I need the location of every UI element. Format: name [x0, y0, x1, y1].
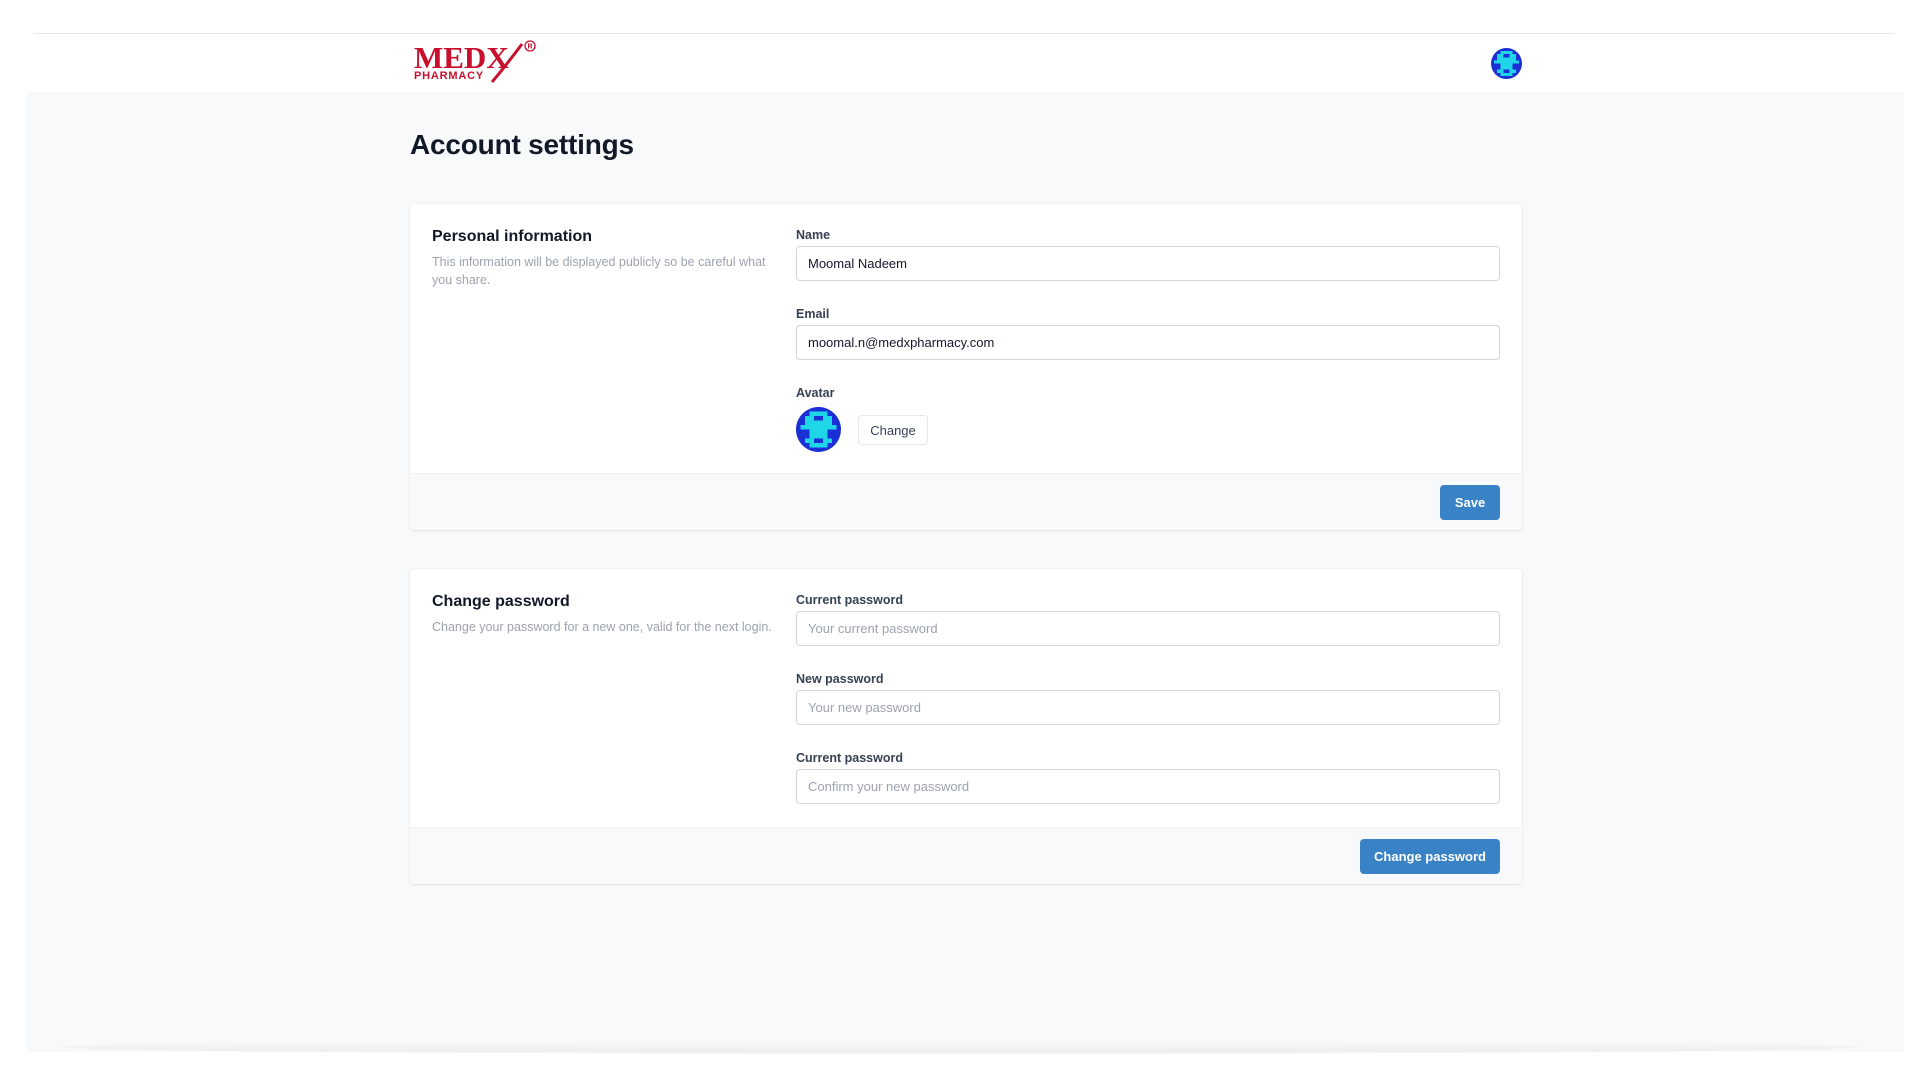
registered-mark-letter: R [527, 44, 532, 51]
new-password-input[interactable] [796, 690, 1500, 725]
pixel-avatar-icon [1491, 48, 1522, 79]
change-password-title: Change password [432, 593, 570, 610]
name-input[interactable] [796, 246, 1500, 281]
pixel-avatar-icon [796, 407, 841, 452]
window-bottom-shadow [60, 1040, 1860, 1054]
app-container: MEDX PHARMACY R Account settings Persona… [26, 34, 1904, 1052]
email-label: Email [796, 307, 830, 321]
change-password-footer: Change password [410, 827, 1522, 884]
save-button[interactable]: Save [1440, 485, 1500, 520]
change-password-button[interactable]: Change password [1360, 839, 1500, 874]
current-password-label: Current password [796, 593, 903, 607]
change-password-card: Change password Change your password for… [410, 569, 1522, 884]
personal-information-footer: Save [410, 473, 1522, 530]
personal-information-card: Personal information This information wi… [410, 204, 1522, 530]
new-password-label: New password [796, 672, 884, 686]
window: MEDX PHARMACY R Account settings Persona… [0, 0, 1920, 1080]
top-nav: MEDX PHARMACY R [26, 34, 1904, 92]
current-password-input[interactable] [796, 611, 1500, 646]
user-menu-avatar[interactable] [1491, 48, 1522, 79]
confirm-password-input[interactable] [796, 769, 1500, 804]
medx-logo[interactable]: MEDX PHARMACY R [412, 38, 540, 90]
avatar-preview [796, 407, 841, 452]
personal-information-title: Personal information [432, 228, 593, 245]
logo-subtext: PHARMACY [414, 70, 484, 82]
change-password-description: Change your password for a new one, vali… [432, 620, 772, 634]
change-avatar-button[interactable]: Change [858, 415, 928, 445]
name-label: Name [796, 228, 831, 242]
personal-information-description: This information will be displayed publi… [432, 255, 766, 287]
avatar-label: Avatar [796, 386, 835, 400]
confirm-password-label: Current password [796, 751, 903, 765]
page-title: Account settings [410, 129, 634, 160]
email-input[interactable] [796, 325, 1500, 360]
